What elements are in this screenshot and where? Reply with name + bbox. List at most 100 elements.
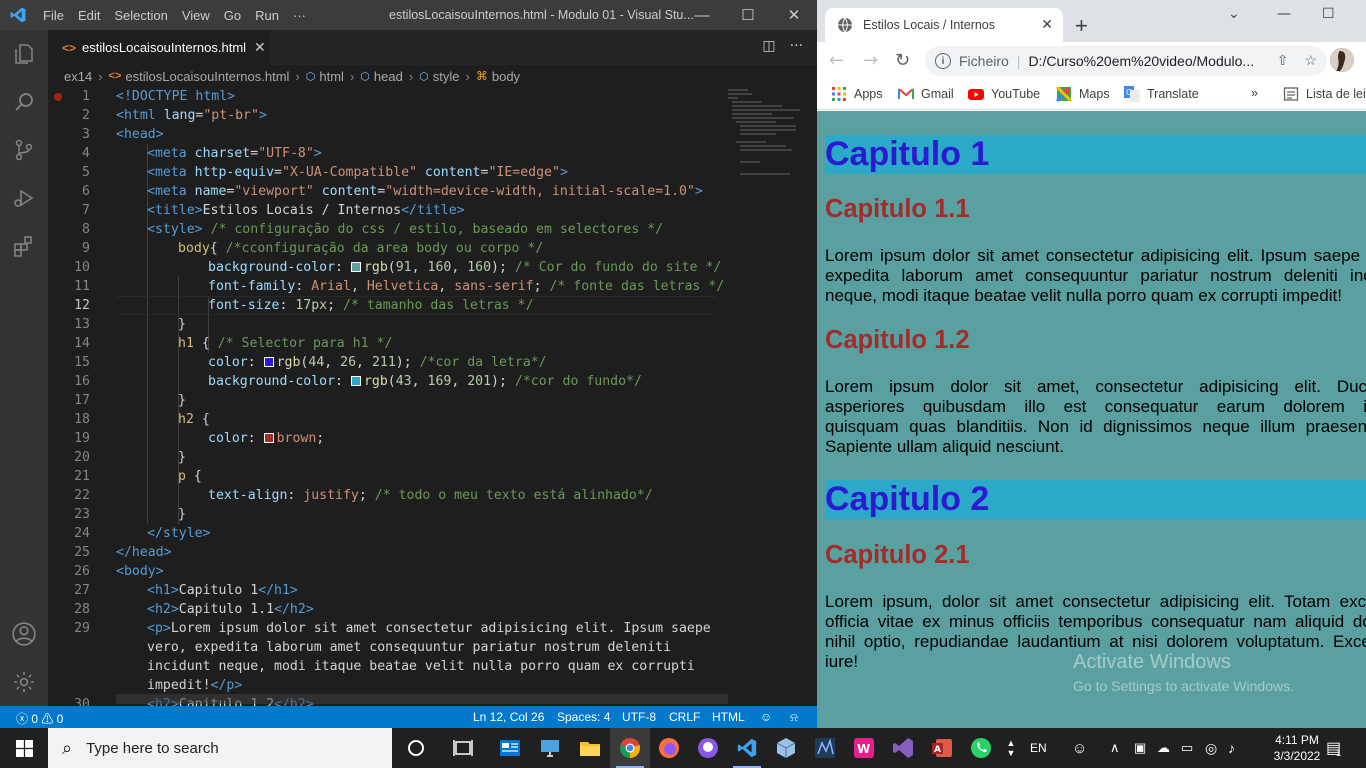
- task-view-icon[interactable]: [443, 728, 483, 768]
- info-icon[interactable]: i: [935, 53, 951, 69]
- encoding[interactable]: UTF-8: [622, 710, 656, 724]
- color-swatch-icon[interactable]: [350, 376, 361, 386]
- tab-search-chevron-icon[interactable]: ⌄: [1228, 6, 1240, 22]
- bookmark-star-icon[interactable]: ☆: [1304, 52, 1317, 69]
- token: ,: [451, 260, 468, 275]
- vertical-scrollbar[interactable]: [803, 87, 817, 706]
- breadcrumb-folder[interactable]: ex14: [64, 69, 92, 84]
- cube-app-icon[interactable]: [766, 728, 806, 768]
- bookmark-translate[interactable]: G Translate: [1124, 86, 1199, 102]
- input-language[interactable]: EN: [1030, 728, 1047, 768]
- reading-list[interactable]: Lista de leit: [1283, 86, 1366, 102]
- close-tab-icon[interactable]: ✕: [1041, 16, 1053, 33]
- feedback-icon[interactable]: ☺: [760, 710, 772, 724]
- source-control-icon[interactable]: [0, 126, 48, 174]
- page-paragraph: Lorem ipsum dolor sit amet, consectetur …: [825, 377, 1366, 457]
- code-text: }: [178, 391, 186, 410]
- horizontal-scrollbar[interactable]: [116, 694, 728, 704]
- menu-file[interactable]: File: [36, 8, 71, 23]
- color-swatch-icon[interactable]: [350, 262, 361, 272]
- access-app-icon[interactable]: A: [922, 728, 962, 768]
- maximize-icon[interactable]: ☐: [725, 0, 771, 30]
- breadcrumb-head[interactable]: head: [374, 69, 403, 84]
- firefox-app-icon[interactable]: [649, 728, 689, 768]
- meet-now-icon[interactable]: ▣: [1134, 728, 1146, 768]
- whatsapp-app-icon[interactable]: [961, 728, 1001, 768]
- search-icon[interactable]: [0, 78, 48, 126]
- menu-view[interactable]: View: [175, 8, 217, 23]
- problems-indicator[interactable]: ⓧ 0 ⚠ 0: [16, 710, 63, 727]
- news-app-icon[interactable]: [490, 728, 530, 768]
- new-tab-plus-icon[interactable]: +: [1075, 13, 1088, 39]
- cortana-icon[interactable]: [396, 728, 436, 768]
- menu-edit[interactable]: Edit: [71, 8, 107, 23]
- notification-center-icon[interactable]: ▤ 1: [1326, 728, 1341, 768]
- notifications-bell-icon[interactable]: ⍾: [790, 710, 798, 725]
- breadcrumb-style[interactable]: style: [433, 69, 460, 84]
- line-ending[interactable]: CRLF: [669, 710, 700, 724]
- split-editor-icon[interactable]: ◫: [762, 38, 775, 54]
- breadcrumb-body[interactable]: body: [492, 69, 520, 84]
- network-globe-icon[interactable]: ◎: [1205, 728, 1217, 768]
- bookmarks-bar: Apps Gmail YouTube Maps G Translate » Li: [817, 80, 1366, 110]
- breadcrumb-file[interactable]: estilosLocaisouInternos.html: [125, 69, 289, 84]
- people-icon[interactable]: ☺: [1072, 728, 1087, 768]
- desktop-app-icon[interactable]: [530, 728, 570, 768]
- cursor-position[interactable]: Ln 12, Col 26: [473, 710, 544, 724]
- account-icon[interactable]: [0, 610, 48, 658]
- bookmarks-overflow-icon[interactable]: »: [1251, 86, 1258, 100]
- volume-icon[interactable]: ♪: [1228, 728, 1235, 768]
- menu-run[interactable]: Run: [248, 8, 286, 23]
- menu-go[interactable]: Go: [217, 8, 248, 23]
- bookmark-youtube[interactable]: YouTube: [968, 86, 1040, 102]
- maximize-icon[interactable]: ☐: [1322, 6, 1335, 22]
- breadcrumb-html[interactable]: html: [319, 69, 344, 84]
- run-debug-icon[interactable]: [0, 174, 48, 222]
- windows-start-icon[interactable]: [0, 728, 48, 768]
- ide-app-icon[interactable]: [805, 728, 845, 768]
- color-swatch-icon[interactable]: [263, 433, 274, 443]
- visual-studio-icon[interactable]: [883, 728, 923, 768]
- onedrive-icon[interactable]: ☁: [1157, 728, 1170, 768]
- share-icon[interactable]: ⇧: [1277, 52, 1289, 69]
- address-bar[interactable]: i Ficheiro | D:/Curso%20em%20video/Modul…: [925, 46, 1327, 76]
- profile-avatar[interactable]: [1330, 48, 1354, 72]
- battery-icon[interactable]: ▭: [1181, 728, 1193, 768]
- editor-tab-active[interactable]: <> estilosLocaisouInternos.html ✕: [48, 30, 270, 65]
- token: <body>: [116, 564, 164, 579]
- color-swatch-icon[interactable]: [263, 357, 274, 367]
- chrome-tab-active[interactable]: Estilos Locais / Internos ✕: [825, 8, 1063, 42]
- back-arrow-icon[interactable]: ←: [829, 50, 844, 71]
- settings-gear-icon[interactable]: [0, 658, 48, 706]
- menu-selection[interactable]: Selection: [107, 8, 174, 23]
- file-explorer-icon[interactable]: [570, 728, 610, 768]
- minimize-icon[interactable]: —: [679, 0, 725, 30]
- reload-icon[interactable]: ↻: [895, 50, 910, 71]
- code-text: vero, expedita laborum amet consequuntur…: [147, 640, 672, 655]
- wamp-app-icon[interactable]: W: [844, 728, 884, 768]
- explorer-icon[interactable]: [0, 30, 48, 78]
- taskbar-scroll-icon[interactable]: ▲ ▼: [1004, 728, 1018, 768]
- vscode-app-icon[interactable]: [727, 728, 767, 768]
- bookmark-apps[interactable]: Apps: [831, 86, 883, 102]
- extensions-icon[interactable]: [0, 222, 48, 270]
- chrome-app-icon[interactable]: [610, 728, 650, 768]
- system-clock[interactable]: 4:11 PM 3/3/2022: [1272, 732, 1322, 764]
- language-mode[interactable]: HTML: [712, 710, 745, 724]
- github-desktop-icon[interactable]: [688, 728, 728, 768]
- indentation[interactable]: Spaces: 4: [557, 710, 610, 724]
- code-text: <style> /* configuração do css / estilo,…: [147, 220, 663, 239]
- more-actions-icon[interactable]: ···: [790, 38, 803, 54]
- show-hidden-icons-chevron-icon[interactable]: ∧: [1110, 728, 1120, 768]
- tab-close-icon[interactable]: ✕: [254, 39, 266, 56]
- minimize-icon[interactable]: —: [1277, 6, 1291, 22]
- code-editor[interactable]: 1 <!DOCTYPE html> 2 <html lang="pt-br"> 3 <…: [48, 87, 728, 706]
- minimap[interactable]: [728, 87, 803, 187]
- bookmark-gmail[interactable]: Gmail: [898, 86, 954, 102]
- taskbar-search-box[interactable]: ⌕ Type here to search: [48, 728, 392, 768]
- bookmark-maps[interactable]: Maps: [1056, 86, 1110, 102]
- address-url[interactable]: D:/Curso%20em%20video/Modulo...: [1028, 53, 1253, 69]
- menu-more[interactable]: ···: [286, 8, 313, 23]
- close-icon[interactable]: ✕: [771, 0, 817, 30]
- forward-arrow-icon[interactable]: →: [863, 50, 878, 71]
